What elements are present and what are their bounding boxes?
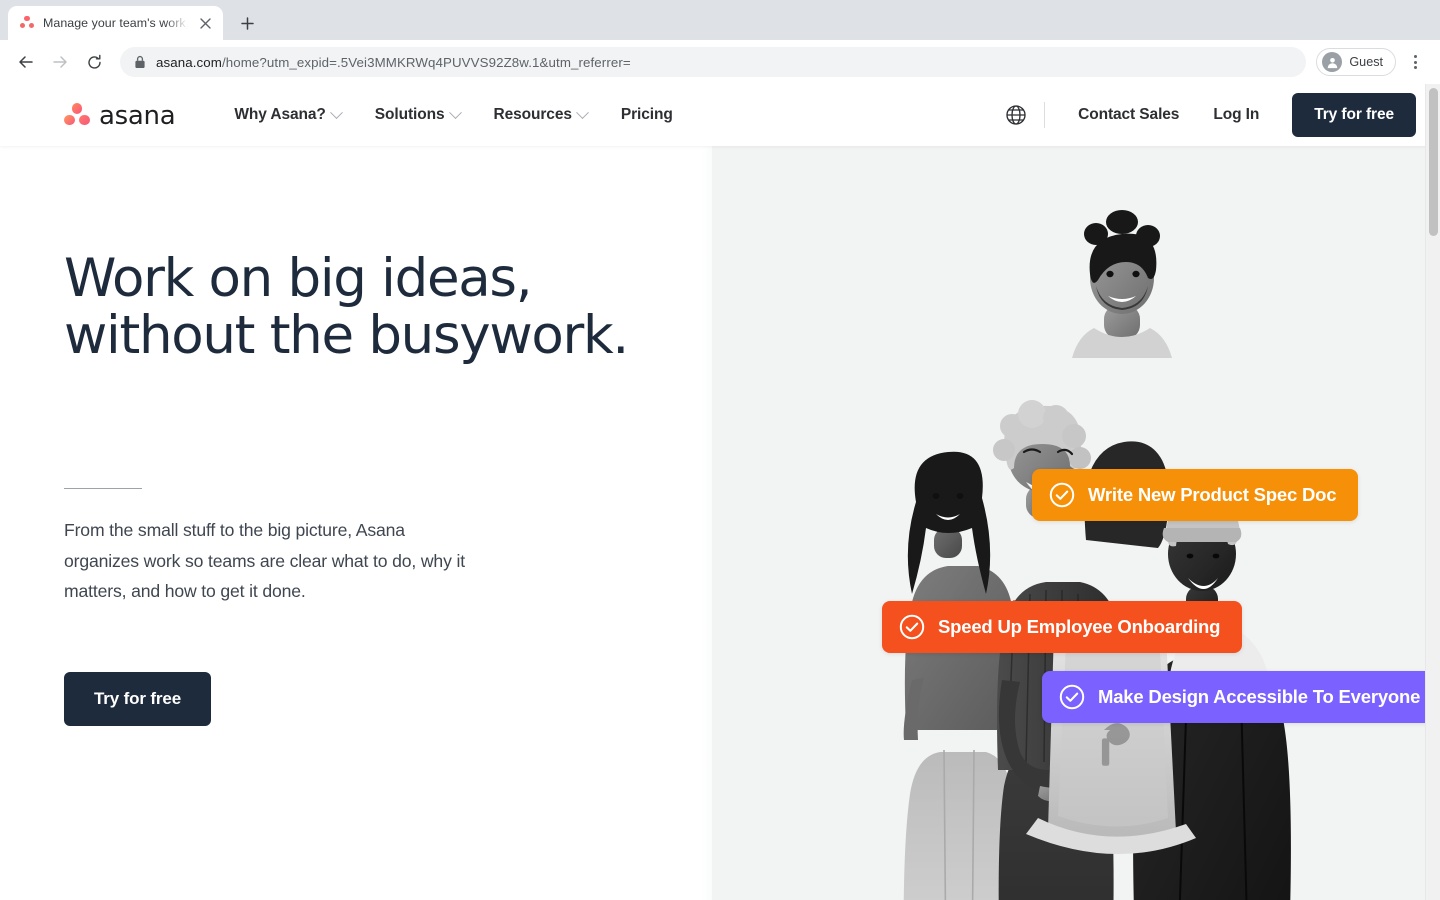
new-tab-button[interactable] <box>233 9 261 37</box>
chevron-down-icon <box>576 105 589 119</box>
hero-try-for-free-button[interactable]: Try for free <box>64 672 212 727</box>
nav-label: Why Asana? <box>234 106 326 123</box>
task-pill-design-accessible[interactable]: Make Design Accessible To Everyone <box>1042 671 1440 723</box>
globe-icon[interactable] <box>996 95 1036 135</box>
browser-tab-strip: Manage your team's work, proj <box>0 0 1440 40</box>
header-try-for-free-button[interactable]: Try for free <box>1292 93 1416 137</box>
pill-label: Speed Up Employee Onboarding <box>938 616 1221 637</box>
hero-section: Write New Product Spec Doc Speed Up Empl… <box>0 146 1440 900</box>
hero-divider-rule <box>64 488 142 490</box>
hero-art-panel: Write New Product Spec Doc Speed Up Empl… <box>686 146 1440 900</box>
hero-headline: Work on big ideas, without the busywork. <box>64 250 684 364</box>
main-navigation: Why Asana? Solutions Resources Pricing <box>217 105 690 124</box>
nav-item-resources[interactable]: Resources <box>477 105 604 124</box>
check-circle-icon <box>899 614 925 640</box>
check-circle-icon <box>1049 482 1075 508</box>
lock-icon <box>134 55 146 69</box>
hero-body-text: From the small stuff to the big picture,… <box>64 520 465 601</box>
nav-label: Solutions <box>374 106 445 123</box>
tab-title: Manage your team's work, proj <box>43 16 188 30</box>
page-viewport: asana Why Asana? Solutions Resources Pri… <box>0 84 1440 900</box>
browser-tab[interactable]: Manage your team's work, proj <box>8 6 223 40</box>
nav-label: Pricing <box>620 106 673 123</box>
task-pill-write-product-spec[interactable]: Write New Product Spec Doc <box>1032 469 1359 521</box>
person-avatar-icon <box>1322 52 1343 72</box>
task-pill-employee-onboarding[interactable]: Speed Up Employee Onboarding <box>882 601 1243 653</box>
logo-wordmark: asana <box>99 101 176 131</box>
check-circle-icon <box>1059 684 1085 710</box>
hero-headline-line1: Work on big ideas, <box>64 248 533 309</box>
nav-label: Resources <box>493 106 572 123</box>
url-path: /home?utm_expid=.5Vei3MMKRWq4PUVVS92Z8w.… <box>221 54 631 70</box>
hero-headline-line2: without the busywork. <box>64 305 629 367</box>
reload-icon[interactable] <box>78 46 110 78</box>
asana-logo[interactable]: asana <box>64 99 176 131</box>
kebab-menu-icon[interactable] <box>1400 47 1430 77</box>
chevron-down-icon <box>329 105 343 119</box>
asana-dots-icon <box>19 15 35 31</box>
team-photo <box>890 210 1310 900</box>
nav-item-solutions[interactable]: Solutions <box>358 105 477 124</box>
contact-sales-link[interactable]: Contact Sales <box>1061 106 1196 124</box>
pill-label: Write New Product Spec Doc <box>1088 484 1337 505</box>
arrow-left-icon[interactable] <box>10 46 42 78</box>
header-right-group: Contact Sales Log In Try for free <box>996 93 1416 137</box>
chevron-down-icon <box>448 105 462 119</box>
url-text: asana.com/home?utm_expid=.5Vei3MMKRWq4PU… <box>156 55 631 70</box>
browser-toolbar: asana.com/home?utm_expid=.5Vei3MMKRWq4PU… <box>0 40 1440 84</box>
profile-chip[interactable]: Guest <box>1316 48 1396 76</box>
address-bar[interactable]: asana.com/home?utm_expid=.5Vei3MMKRWq4PU… <box>120 47 1307 77</box>
log-in-link[interactable]: Log In <box>1196 106 1276 124</box>
browser-window: Manage your team's work, proj <box>0 0 1440 900</box>
hero-copy: Work on big ideas, without the busywork.… <box>64 146 684 727</box>
close-icon[interactable] <box>196 14 214 32</box>
pill-label: Make Design Accessible To Everyone <box>1098 686 1421 707</box>
page-scrollbar[interactable] <box>1425 84 1440 900</box>
header-divider <box>1044 102 1046 128</box>
asana-dots-logo <box>64 103 90 127</box>
profile-label: Guest <box>1349 55 1383 69</box>
nav-item-why-asana[interactable]: Why Asana? <box>217 105 357 124</box>
url-domain: asana.com <box>156 54 222 70</box>
scrollbar-thumb[interactable] <box>1429 88 1438 236</box>
nav-item-pricing[interactable]: Pricing <box>604 106 690 124</box>
arrow-right-icon <box>44 46 76 78</box>
site-header: asana Why Asana? Solutions Resources Pri… <box>0 84 1440 146</box>
